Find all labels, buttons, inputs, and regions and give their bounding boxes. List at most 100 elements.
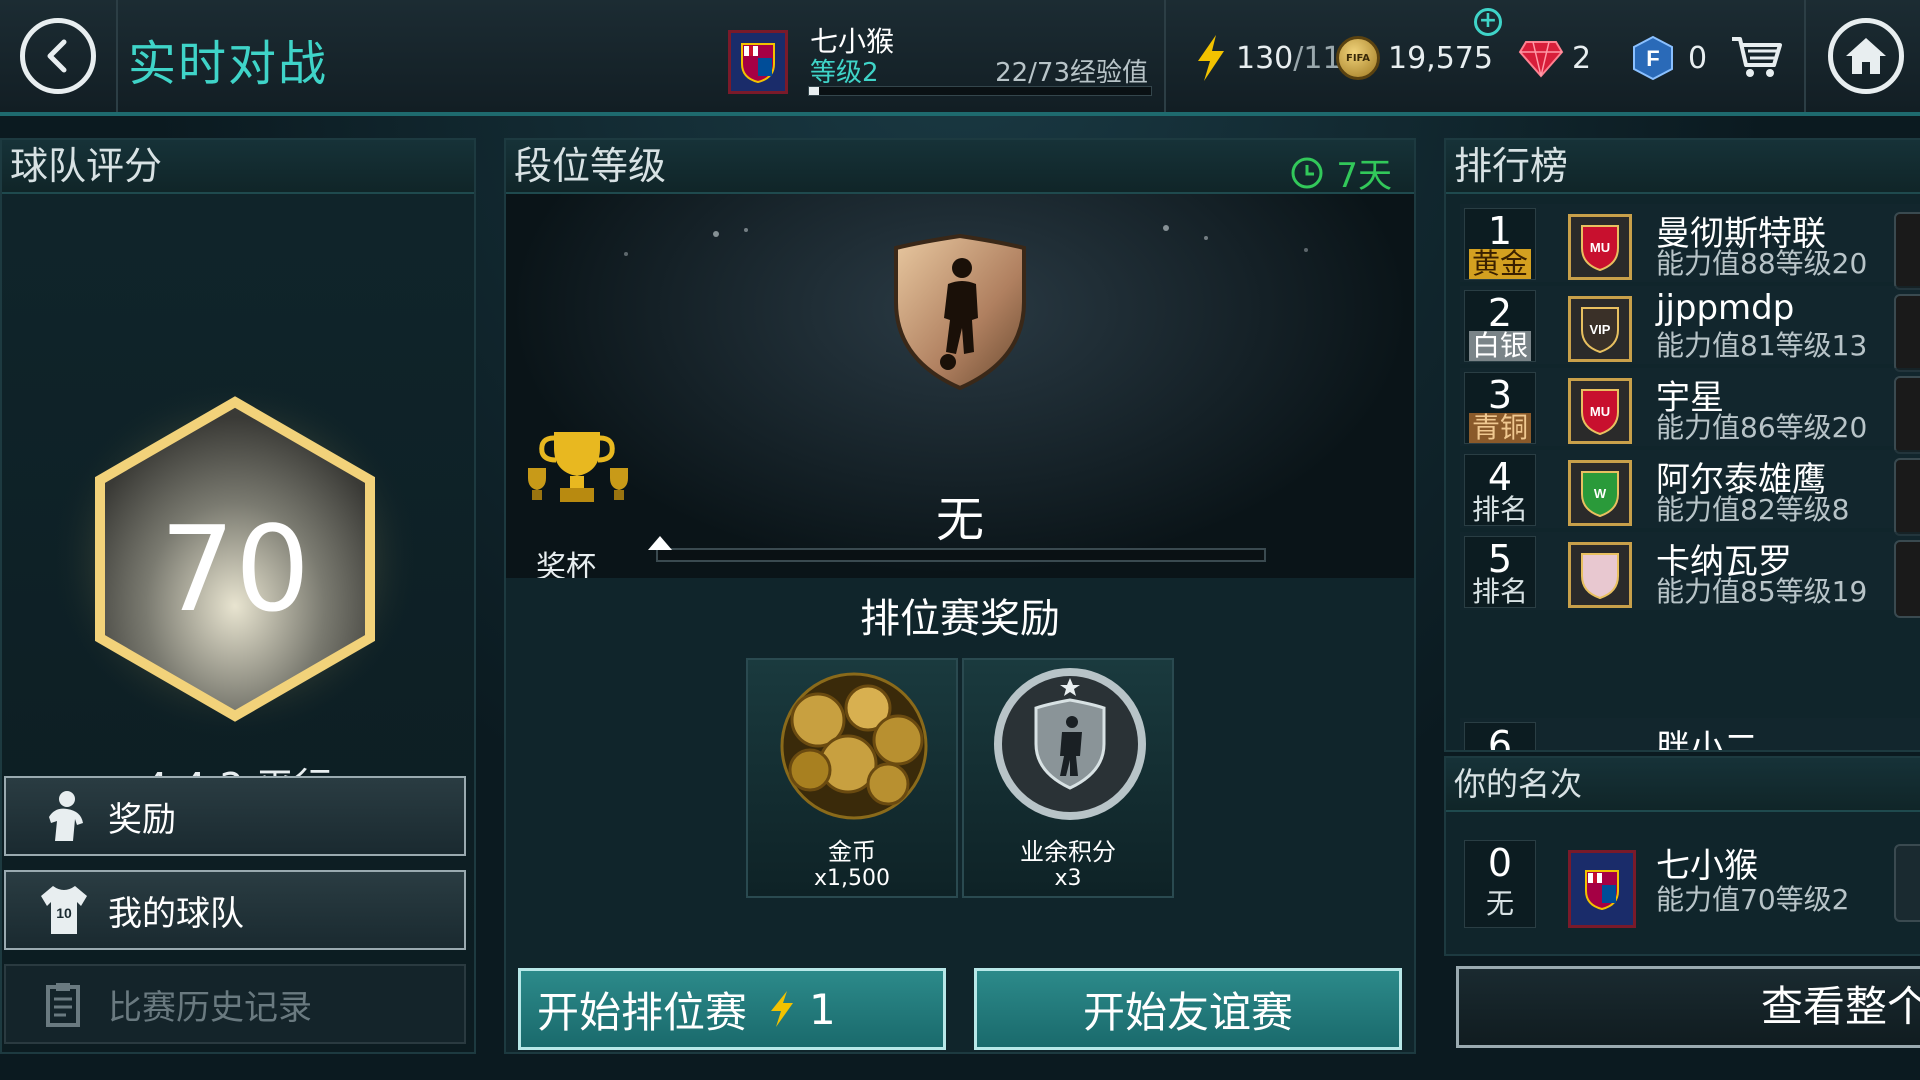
rank-box: 4 排名 [1464, 454, 1536, 526]
rewards-label: 奖励 [108, 799, 176, 840]
start-ranked-label: 开始排位赛 [537, 987, 748, 1037]
coins-display[interactable]: FIFA 19,575 [1336, 32, 1493, 84]
add-currency-icon[interactable]: + [1474, 8, 1502, 36]
club-badge [1568, 850, 1636, 928]
clock-icon [1291, 157, 1323, 188]
team-name: jjppmdp [1656, 288, 1795, 328]
home-icon [1846, 38, 1886, 74]
start-friendly-button[interactable]: 开始友谊赛 [974, 968, 1402, 1050]
badge-text: MU [1590, 240, 1610, 255]
rank-number: 6 [1487, 723, 1513, 752]
page-title: 实时对战 [128, 36, 329, 92]
division-panel: 段位等级 7天 无 奖杯 排位赛奖励 金币 x1,500 业余积分 x3 开始排… [504, 138, 1416, 1054]
energy-display: 130/11 [1194, 32, 1342, 84]
team-stats: 能力值81等级13 [1656, 329, 1868, 362]
leaderboard-row[interactable]: 1 黄金 MU 曼彻斯特联 能力值88等级20 [1460, 204, 1920, 290]
lightning-icon [771, 991, 794, 1027]
gems-value: 2 [1572, 40, 1592, 76]
rank-box: 5 排名 [1464, 536, 1536, 608]
leaderboard-row[interactable]: 5 排名 卡纳瓦罗 能力值85等级19 [1460, 532, 1920, 618]
start-friendly-label: 开始友谊赛 [1082, 987, 1293, 1037]
reward-quantity: x1,500 [813, 866, 890, 891]
match-history-button[interactable]: 比赛历史记录 [4, 964, 466, 1044]
shopping-cart-icon [1732, 37, 1782, 77]
your-rank-panel: 你的名次 0 无 七小猴 能力值70等级2 [1444, 756, 1920, 956]
timer-value: 7天 [1336, 156, 1392, 196]
rank-box: 6 [1464, 722, 1536, 752]
my-team-button[interactable]: 10 我的球队 [4, 870, 466, 950]
club-crest-icon: MU [1581, 225, 1619, 272]
leaderboard-row-partial[interactable]: 6 胖小二 [1460, 718, 1920, 752]
your-rank-heading: 你的名次 [1446, 758, 1920, 812]
divider [1164, 0, 1166, 112]
back-button[interactable] [20, 18, 96, 94]
reward-card-amateur-points[interactable]: 业余积分 x3 [962, 658, 1174, 898]
store-button[interactable] [1730, 32, 1784, 84]
team-stats: 能力值85等级19 [1656, 575, 1868, 608]
badge-text: W [1594, 486, 1607, 501]
clipboard-icon [34, 974, 94, 1034]
rank-tier: 排名 [1471, 575, 1528, 608]
top-bar: 实时对战 七小猴 等级2 22/73经验值 130/11 FIFA 19,575… [0, 0, 1920, 116]
leaderboard-row[interactable]: 4 排名 W 阿尔泰雄鹰 能力值82等级8 [1460, 450, 1920, 536]
progress-marker-icon [646, 534, 674, 556]
leaderboard-row[interactable]: 3 青铜 MU 宇星 能力值86等级20 [1460, 368, 1920, 454]
reward-name: 业余积分 [1020, 838, 1116, 866]
rank-box: 0 无 [1464, 840, 1536, 928]
home-button[interactable] [1828, 18, 1904, 94]
rank-tier: 白银 [1469, 331, 1531, 361]
player-profile[interactable]: 七小猴 等级2 22/73经验值 [722, 18, 1164, 100]
team-name: 胖小二 [1656, 728, 1758, 752]
player-rewards-icon [34, 786, 94, 846]
ranked-cost: 1 [809, 984, 836, 1034]
reward-card-coins[interactable]: 金币 x1,500 [746, 658, 958, 898]
team-rating-value: 70 [159, 500, 311, 638]
leaderboard-row[interactable]: 2 白银 VIP jjppmdp 能力值81等级13 [1460, 286, 1920, 372]
rewards-title: 排位赛奖励 [860, 596, 1060, 642]
division-heading: 段位等级 [506, 140, 1414, 194]
energy-max: /11 [1293, 40, 1342, 76]
divider [116, 0, 118, 112]
team-rating-panel: 球队评分 70 4-4-2 平行 奖励 [0, 138, 476, 1054]
rewards-button[interactable]: 奖励 [4, 776, 466, 856]
season-timer: 7天 [1290, 148, 1392, 197]
reward-name: 金币 [828, 838, 876, 866]
view-full-leaderboard-button[interactable]: 查看整个 [1456, 966, 1920, 1048]
team-stats: 能力值88等级20 [1656, 247, 1868, 280]
club-crest-icon: VIP [1581, 307, 1619, 354]
team-stats: 能力值86等级20 [1656, 411, 1868, 444]
team-stats: 能力值82等级8 [1656, 493, 1850, 526]
coin-stack-icon [780, 672, 928, 820]
lightning-icon [1198, 35, 1224, 81]
club-crest-icon: W [1581, 471, 1619, 518]
start-ranked-button[interactable]: 开始排位赛 1 [518, 968, 946, 1050]
your-rank-row[interactable]: 0 无 七小猴 能力值70等级2 [1460, 836, 1920, 932]
leaderboard-heading: 排行榜 [1446, 140, 1920, 194]
fifa-points-value: 0 [1688, 40, 1708, 76]
club-badge [1568, 542, 1632, 608]
player-card-edge [1894, 294, 1920, 372]
trophy-count: 200 [624, 574, 708, 578]
player-card-edge [1894, 212, 1920, 290]
fifa-points-icon: F [1633, 35, 1673, 81]
reward-quantity: x3 [1054, 866, 1082, 891]
xp-progress-bar [808, 86, 1152, 96]
trophies-icon [524, 428, 632, 512]
rank-progress-bar [656, 548, 1266, 562]
rank-box: 1 黄金 [1464, 208, 1536, 280]
team-rating-hexagon[interactable]: 70 [50, 380, 420, 740]
xp-text: 22/73经验值 [995, 58, 1148, 88]
trophy-label: 奖杯 [536, 550, 596, 578]
team-stats: 能力值70等级2 [1656, 883, 1850, 916]
gems-display[interactable]: 2 [1518, 32, 1591, 84]
fifa-coin-icon: FIFA [1336, 36, 1380, 80]
rank-number: 0 [1487, 841, 1513, 885]
divider [1804, 0, 1806, 112]
division-display: 无 奖杯 200 [506, 194, 1414, 578]
xp-progress-fill [809, 87, 820, 95]
badge-text: MU [1590, 404, 1610, 419]
leaderboard-panel: 排行榜 1 黄金 MU 曼彻斯特联 能力值88等级20 2 白银 VIP jjp… [1444, 138, 1920, 752]
team-rating-heading: 球队评分 [2, 140, 474, 194]
club-crest-icon [1581, 553, 1619, 600]
fifa-points-display[interactable]: F 0 [1632, 32, 1707, 84]
